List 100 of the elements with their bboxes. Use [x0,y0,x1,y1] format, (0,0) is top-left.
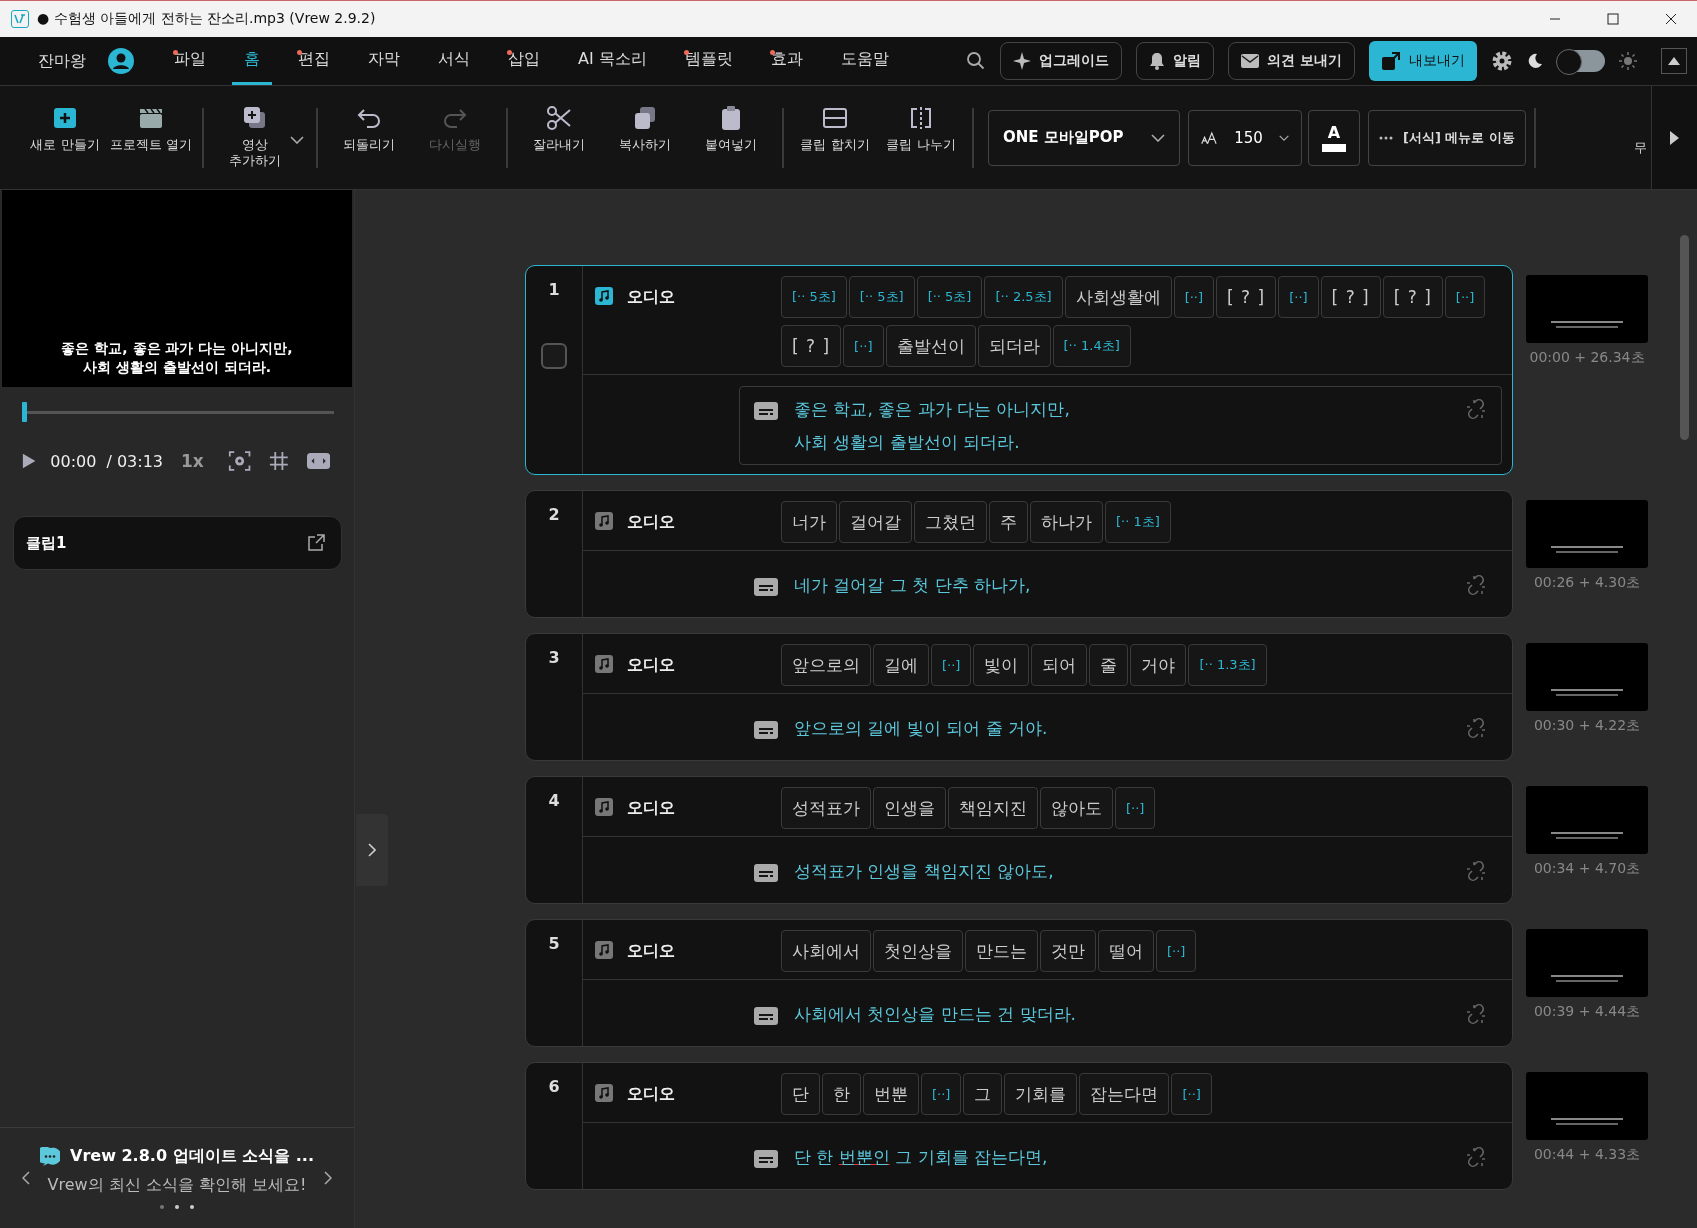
toolbar-button[interactable]: 되돌리기 [326,104,412,171]
word-token[interactable]: 빛이 [973,644,1030,686]
word-token[interactable]: 되더라 [977,325,1051,367]
word-token[interactable]: 잡는다면 [1079,1073,1170,1115]
menu-button[interactable]: 업그레이드 [1000,42,1123,80]
subtitle-text[interactable]: 단 한 번뿐인 그 기회를 잡는다면, [794,1146,1048,1169]
word-token[interactable]: 그 [963,1073,1003,1115]
pause-token[interactable]: [··] [931,644,972,686]
scrollbar[interactable] [1680,235,1689,440]
menu-tab[interactable]: 파일 [162,37,218,85]
search-icon[interactable] [966,51,987,71]
word-token[interactable]: 사회생활에 [1064,276,1172,318]
chevron-left-icon[interactable] [22,1171,30,1185]
news-title[interactable]: Vrew 2.8.0 업데이트 소식을 ... [70,1146,314,1167]
word-token[interactable]: 한 [822,1073,861,1115]
expand-panel-handle[interactable] [356,814,388,886]
font-size-select[interactable]: 150 [1188,109,1302,166]
close-icon[interactable] [1665,13,1677,25]
toolbar-button[interactable]: 새로 만들기 [22,104,108,171]
word-token[interactable]: 것만 [1040,930,1096,972]
menu-tab[interactable]: 효과 [758,37,815,85]
unlink-icon[interactable] [1465,1003,1487,1025]
aspect-ratio-icon[interactable] [306,452,330,470]
chevron-right-icon[interactable] [324,1171,332,1185]
menu-button[interactable]: 알림 [1136,42,1215,80]
subtitle-text[interactable]: 앞으로의 길에 빛이 되어 줄 거야. [794,717,1048,740]
pause-token[interactable]: [··] [843,325,884,367]
word-token[interactable]: 사회에서 [781,930,871,972]
toolbar-button[interactable]: 프로젝트 열기 [108,104,194,171]
word-token[interactable]: 너가 [781,501,837,543]
clip-card[interactable]: 4 오디오 성적표가 인생을 책임지진 않아도 [··] 성적표가 인생을 책임지진 않아도, [525,776,1513,904]
word-token[interactable]: 되어 [1031,644,1088,686]
play-icon[interactable] [22,452,37,470]
export-button[interactable]: 내보내기 [1369,41,1477,81]
word-token[interactable]: 걸어갈 [839,501,912,543]
clip-card[interactable]: 5 오디오 사회에서 첫인상을 만드는 것만 떨어 [··] 사회에서 첫인상을 만드는 건 맞더라. [525,919,1513,1047]
word-token[interactable]: 만드는 [965,930,1038,972]
subtitle-text[interactable]: 사회 생활의 출발선이 되더라. [794,431,1020,454]
unlink-icon[interactable] [1465,717,1487,739]
word-token[interactable]: 첫인상을 [873,930,963,972]
word-token[interactable]: 길에 [873,644,929,686]
pause-token[interactable]: [·· 1.3초] [1188,644,1267,686]
clip-card[interactable]: 6 오디오 단 한 번뿐 [··] 그 기회를 잡는다면 [··] 단 한 번뿐인 그 기회를 잡는다면, [525,1062,1513,1190]
pause-token[interactable]: [··] [1156,930,1197,972]
pause-token[interactable]: [·· 1.4초] [1052,325,1131,367]
toolbar-button[interactable]: 클립 합치기 [792,104,878,171]
unknown-token[interactable]: [ ? ] [1382,276,1443,318]
menu-tab[interactable]: 자막 [356,37,412,85]
word-token[interactable]: 앞으로의 [781,644,871,686]
settings-icon[interactable] [1491,50,1513,72]
word-token[interactable]: 주 [989,501,1028,543]
word-token[interactable]: 하나가 [1030,501,1103,543]
clip-card[interactable]: 3 오디오 앞으로의 길에 [··] 빛이 되어 줄 거야 [·· 1.3초] 앞으로의 길에 빛이 되어 줄 거야. [525,633,1513,761]
unlink-icon[interactable] [1465,574,1487,596]
clip-list-item[interactable]: 클립1 [13,516,342,570]
toolbar-button[interactable]: 복사하기 [602,104,688,171]
pause-token[interactable]: [··] [1278,276,1319,318]
external-link-icon[interactable] [307,534,325,552]
menu-tab[interactable]: 편집 [286,37,342,85]
word-token[interactable]: 단 [781,1073,820,1115]
subtitle-text[interactable]: 네가 걸어갈 그 첫 단추 하나가, [794,574,1031,597]
word-token[interactable]: 인생을 [873,787,946,829]
collapse-button[interactable] [1661,48,1687,74]
format-menu-button[interactable]: [서식] 메뉴로 이동 [1368,109,1526,166]
menu-tab[interactable]: AI 목소리 [566,37,659,85]
grid-icon[interactable] [269,450,289,472]
avatar-icon[interactable] [108,48,134,74]
pause-token[interactable]: [·· 5초] [916,276,983,318]
menu-tab[interactable]: 템플릿 [672,37,745,85]
pause-token[interactable]: [·· 1초] [1105,501,1171,543]
unlink-icon[interactable] [1465,860,1487,882]
menu-tab[interactable]: 도움말 [828,37,901,85]
word-token[interactable]: 책임지진 [948,787,1038,829]
unknown-token[interactable]: [ ? ] [1320,276,1381,318]
font-select[interactable]: ONE 모바일POP [988,109,1180,166]
maximize-icon[interactable] [1607,13,1619,25]
unknown-token[interactable]: [ ? ] [781,325,842,367]
speed-button[interactable]: 1x [181,451,204,471]
unlink-icon[interactable] [1465,1146,1487,1168]
word-token[interactable]: 번뿐 [863,1073,919,1115]
camera-icon[interactable] [227,448,252,474]
clip-card[interactable]: 2 오디오 너가 걸어갈 그쳤던 주 하나가 [·· 1초] 네가 걸어갈 그 첫 단추 하나가, [525,490,1513,618]
pause-token[interactable]: [··] [1115,787,1156,829]
menu-button[interactable]: 의견 보내기 [1228,42,1355,80]
unlink-icon[interactable] [1465,398,1487,420]
word-token[interactable]: 출발선이 [885,325,976,367]
pause-token[interactable]: [··] [1171,1073,1212,1115]
menu-tab[interactable]: 서식 [426,37,482,85]
clip-checkbox[interactable] [541,343,567,369]
word-token[interactable]: 거야 [1130,644,1187,686]
pause-token[interactable]: [·· 5초] [781,276,847,318]
theme-toggle[interactable] [1557,50,1605,72]
menu-tab[interactable]: 삽입 [496,37,552,85]
user-name[interactable]: 잔마왕 [38,50,86,72]
subtitle-text[interactable]: 사회에서 첫인상을 만드는 건 맞더라. [794,1003,1077,1026]
word-token[interactable]: 않아도 [1040,787,1113,829]
text-color-button[interactable]: A [1308,109,1360,166]
pause-token[interactable]: [··] [1444,276,1486,318]
pause-token[interactable]: [·· 2.5초] [984,276,1063,318]
word-token[interactable]: 떨어 [1098,930,1154,972]
